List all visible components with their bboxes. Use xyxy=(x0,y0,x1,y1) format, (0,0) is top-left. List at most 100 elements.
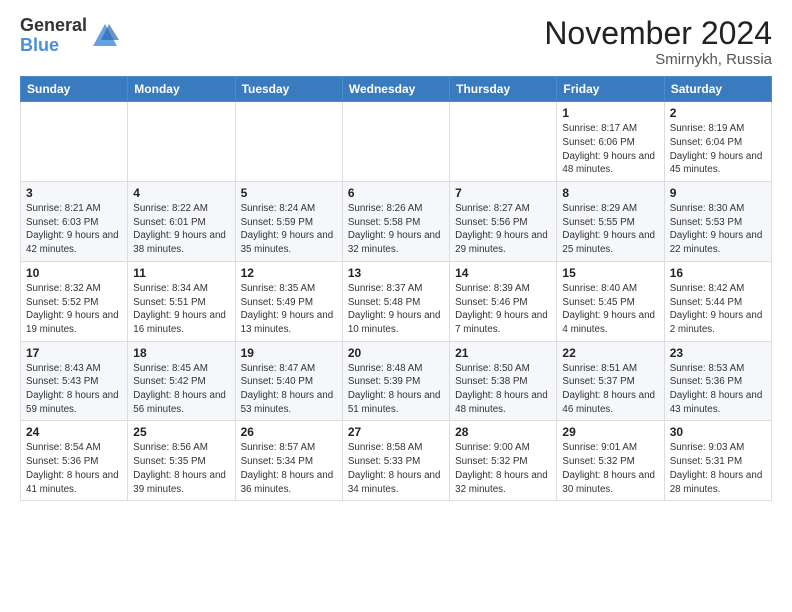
table-row: 13 Sunrise: 8:37 AM Sunset: 5:48 PM Dayli… xyxy=(342,261,449,341)
day-info: Sunrise: 8:43 AM Sunset: 5:43 PM Dayligh… xyxy=(26,362,122,417)
day-number: 12 xyxy=(241,266,337,280)
table-row xyxy=(21,102,128,182)
day-number: 15 xyxy=(562,266,658,280)
table-row xyxy=(342,102,449,182)
day-number: 18 xyxy=(133,346,229,360)
table-row: 3 Sunrise: 8:21 AM Sunset: 6:03 PM Daylig… xyxy=(21,182,128,262)
day-info: Sunrise: 8:57 AM Sunset: 5:34 PM Dayligh… xyxy=(241,441,337,496)
day-info: Sunrise: 8:24 AM Sunset: 5:59 PM Dayligh… xyxy=(241,202,337,257)
day-info: Sunrise: 8:19 AM Sunset: 6:04 PM Dayligh… xyxy=(670,122,766,177)
calendar-table: Sunday Monday Tuesday Wednesday Thursday… xyxy=(20,76,772,501)
table-row: 1 Sunrise: 8:17 AM Sunset: 6:06 PM Daylig… xyxy=(557,102,664,182)
day-info: Sunrise: 9:01 AM Sunset: 5:32 PM Dayligh… xyxy=(562,441,658,496)
table-row: 11Sunrise: 8:34 AM Sunset: 5:51 PM Dayli… xyxy=(128,261,235,341)
day-info: Sunrise: 8:45 AM Sunset: 5:42 PM Dayligh… xyxy=(133,362,229,417)
table-row: 16Sunrise: 8:42 AM Sunset: 5:44 PM Dayli… xyxy=(664,261,771,341)
table-row: 20 Sunrise: 8:48 AM Sunset: 5:39 PM Dayli… xyxy=(342,341,449,421)
day-info: Sunrise: 8:40 AM Sunset: 5:45 PM Dayligh… xyxy=(562,282,658,337)
col-wednesday: Wednesday xyxy=(342,77,449,102)
day-number: 6 xyxy=(348,186,444,200)
day-number: 10 xyxy=(26,266,122,280)
day-info: Sunrise: 8:30 AM Sunset: 5:53 PM Dayligh… xyxy=(670,202,766,257)
day-number: 3 xyxy=(26,186,122,200)
day-number: 24 xyxy=(26,425,122,439)
logo: General Blue xyxy=(20,16,119,56)
table-row: 5 Sunrise: 8:24 AM Sunset: 5:59 PM Daylig… xyxy=(235,182,342,262)
calendar-week-row: 10Sunrise: 8:32 AM Sunset: 5:52 PM Dayli… xyxy=(21,261,772,341)
day-info: Sunrise: 8:56 AM Sunset: 5:35 PM Dayligh… xyxy=(133,441,229,496)
day-info: Sunrise: 9:03 AM Sunset: 5:31 PM Dayligh… xyxy=(670,441,766,496)
table-row: 4Sunrise: 8:22 AM Sunset: 6:01 PM Daylig… xyxy=(128,182,235,262)
day-info: Sunrise: 8:21 AM Sunset: 6:03 PM Dayligh… xyxy=(26,202,122,257)
day-number: 16 xyxy=(670,266,766,280)
day-info: Sunrise: 8:47 AM Sunset: 5:40 PM Dayligh… xyxy=(241,362,337,417)
day-number: 13 xyxy=(348,266,444,280)
day-info: Sunrise: 8:53 AM Sunset: 5:36 PM Dayligh… xyxy=(670,362,766,417)
table-row: 29 Sunrise: 9:01 AM Sunset: 5:32 PM Dayli… xyxy=(557,421,664,501)
table-row: 8Sunrise: 8:29 AM Sunset: 5:55 PM Daylig… xyxy=(557,182,664,262)
table-row: 21 Sunrise: 8:50 AM Sunset: 5:38 PM Dayli… xyxy=(450,341,557,421)
day-number: 29 xyxy=(562,425,658,439)
table-row: 6 Sunrise: 8:26 AM Sunset: 5:58 PM Daylig… xyxy=(342,182,449,262)
table-row: 10Sunrise: 8:32 AM Sunset: 5:52 PM Dayli… xyxy=(21,261,128,341)
table-row: 19 Sunrise: 8:47 AM Sunset: 5:40 PM Dayli… xyxy=(235,341,342,421)
table-row: 26 Sunrise: 8:57 AM Sunset: 5:34 PM Dayli… xyxy=(235,421,342,501)
day-info: Sunrise: 8:48 AM Sunset: 5:39 PM Dayligh… xyxy=(348,362,444,417)
day-number: 9 xyxy=(670,186,766,200)
day-info: Sunrise: 8:34 AM Sunset: 5:51 PM Dayligh… xyxy=(133,282,229,337)
calendar-week-row: 3 Sunrise: 8:21 AM Sunset: 6:03 PM Daylig… xyxy=(21,182,772,262)
table-row: 22 Sunrise: 8:51 AM Sunset: 5:37 PM Dayli… xyxy=(557,341,664,421)
table-row: 24 Sunrise: 8:54 AM Sunset: 5:36 PM Dayli… xyxy=(21,421,128,501)
table-row: 12Sunrise: 8:35 AM Sunset: 5:49 PM Dayli… xyxy=(235,261,342,341)
table-row: 9 Sunrise: 8:30 AM Sunset: 5:53 PM Daylig… xyxy=(664,182,771,262)
day-info: Sunrise: 8:37 AM Sunset: 5:48 PM Dayligh… xyxy=(348,282,444,337)
day-number: 23 xyxy=(670,346,766,360)
day-info: Sunrise: 8:26 AM Sunset: 5:58 PM Dayligh… xyxy=(348,202,444,257)
day-info: Sunrise: 8:39 AM Sunset: 5:46 PM Dayligh… xyxy=(455,282,551,337)
day-number: 19 xyxy=(241,346,337,360)
day-number: 27 xyxy=(348,425,444,439)
table-row: 14 Sunrise: 8:39 AM Sunset: 5:46 PM Dayli… xyxy=(450,261,557,341)
col-saturday: Saturday xyxy=(664,77,771,102)
day-number: 4 xyxy=(133,186,229,200)
table-row xyxy=(128,102,235,182)
calendar-week-row: 24 Sunrise: 8:54 AM Sunset: 5:36 PM Dayli… xyxy=(21,421,772,501)
day-info: Sunrise: 8:29 AM Sunset: 5:55 PM Dayligh… xyxy=(562,202,658,257)
table-row: 23 Sunrise: 8:53 AM Sunset: 5:36 PM Dayli… xyxy=(664,341,771,421)
col-monday: Monday xyxy=(128,77,235,102)
day-info: Sunrise: 8:54 AM Sunset: 5:36 PM Dayligh… xyxy=(26,441,122,496)
table-row xyxy=(235,102,342,182)
day-info: Sunrise: 8:50 AM Sunset: 5:38 PM Dayligh… xyxy=(455,362,551,417)
day-number: 22 xyxy=(562,346,658,360)
day-info: Sunrise: 8:27 AM Sunset: 5:56 PM Dayligh… xyxy=(455,202,551,257)
table-row: 15 Sunrise: 8:40 AM Sunset: 5:45 PM Dayli… xyxy=(557,261,664,341)
table-row: 25 Sunrise: 8:56 AM Sunset: 5:35 PM Dayli… xyxy=(128,421,235,501)
day-number: 17 xyxy=(26,346,122,360)
day-number: 5 xyxy=(241,186,337,200)
calendar-header-row: Sunday Monday Tuesday Wednesday Thursday… xyxy=(21,77,772,102)
table-row xyxy=(450,102,557,182)
logo-general-text: General xyxy=(20,16,87,36)
location: Smirnykh, Russia xyxy=(544,51,772,68)
table-row: 28Sunrise: 9:00 AM Sunset: 5:32 PM Dayli… xyxy=(450,421,557,501)
calendar-week-row: 1 Sunrise: 8:17 AM Sunset: 6:06 PM Daylig… xyxy=(21,102,772,182)
logo-blue-text: Blue xyxy=(20,36,87,56)
col-tuesday: Tuesday xyxy=(235,77,342,102)
col-sunday: Sunday xyxy=(21,77,128,102)
day-info: Sunrise: 8:51 AM Sunset: 5:37 PM Dayligh… xyxy=(562,362,658,417)
title-block: November 2024 Smirnykh, Russia xyxy=(544,16,772,68)
table-row: 18 Sunrise: 8:45 AM Sunset: 5:42 PM Dayli… xyxy=(128,341,235,421)
day-number: 14 xyxy=(455,266,551,280)
table-row: 17 Sunrise: 8:43 AM Sunset: 5:43 PM Dayli… xyxy=(21,341,128,421)
day-number: 1 xyxy=(562,106,658,120)
month-title: November 2024 xyxy=(544,16,772,51)
day-number: 26 xyxy=(241,425,337,439)
day-number: 20 xyxy=(348,346,444,360)
table-row: 30Sunrise: 9:03 AM Sunset: 5:31 PM Dayli… xyxy=(664,421,771,501)
day-info: Sunrise: 8:17 AM Sunset: 6:06 PM Dayligh… xyxy=(562,122,658,177)
col-thursday: Thursday xyxy=(450,77,557,102)
day-number: 21 xyxy=(455,346,551,360)
day-number: 28 xyxy=(455,425,551,439)
day-number: 25 xyxy=(133,425,229,439)
table-row: 7Sunrise: 8:27 AM Sunset: 5:56 PM Daylig… xyxy=(450,182,557,262)
